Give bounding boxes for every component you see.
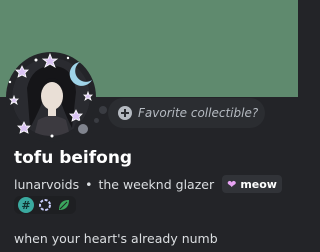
username[interactable]: lunarvoids: [14, 177, 79, 192]
status-indicator-offline: [74, 120, 92, 138]
profile-subline: lunarvoids • the weeknd glazer ❤ meow: [14, 175, 282, 193]
pronoun-badge-label: meow: [240, 177, 277, 191]
thought-bubble-dot-small: [94, 118, 99, 123]
flower-icon: [39, 199, 51, 211]
leaf-icon: [59, 200, 69, 210]
favorite-collectible-button[interactable]: Favorite collectible?: [108, 98, 265, 128]
avatar[interactable]: [6, 52, 96, 142]
separator-dot: •: [85, 176, 93, 192]
tagline: the weeknd glazer: [98, 176, 215, 192]
thought-bubble-dot: [99, 106, 107, 114]
display-name: tofu beifong: [14, 148, 133, 168]
plus-circle-icon: [118, 106, 132, 120]
active-developer-badge[interactable]: [37, 197, 53, 213]
hypesquad-badge[interactable]: #: [18, 197, 34, 213]
quest-badge[interactable]: [56, 197, 72, 213]
bio-text: when your heart's already numb: [14, 231, 218, 246]
heart-icon: ❤: [227, 177, 237, 191]
pronoun-badge[interactable]: ❤ meow: [222, 175, 282, 193]
favorite-collectible-label: Favorite collectible?: [138, 106, 259, 120]
badge-list: #: [14, 196, 76, 214]
